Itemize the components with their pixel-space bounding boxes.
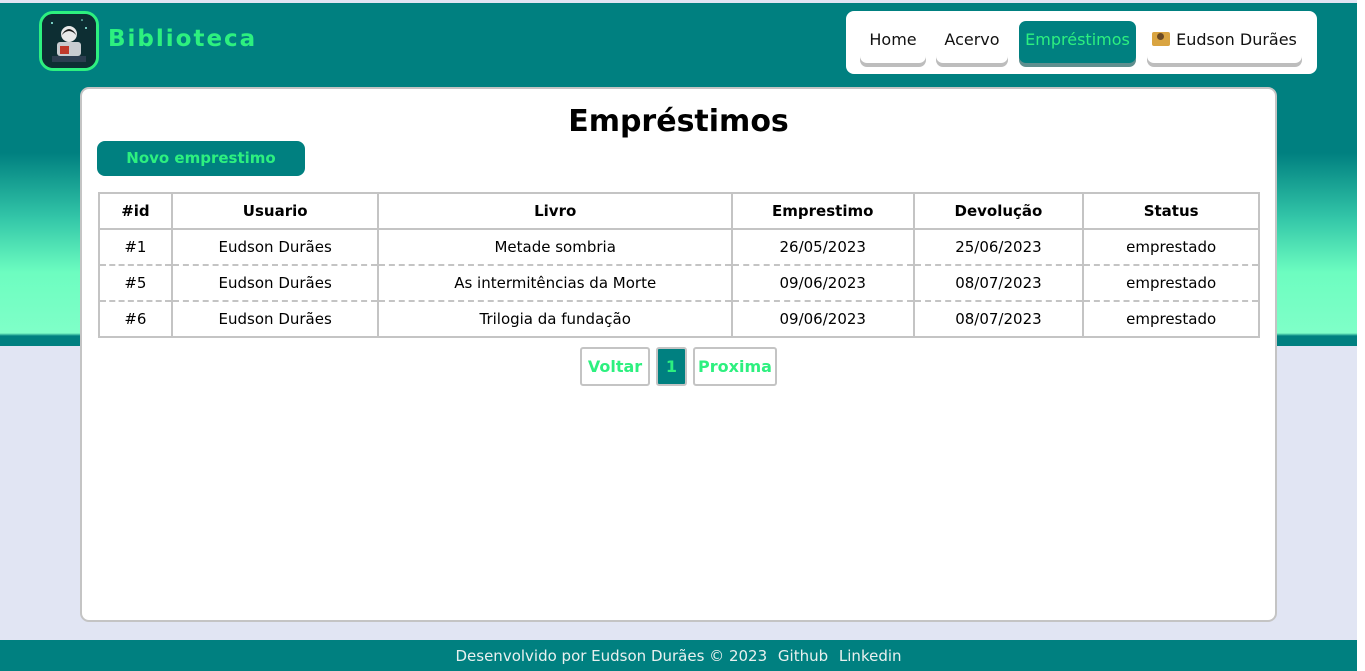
pagination: Voltar 1 Proxima (82, 347, 1275, 386)
footer-linkedin-link[interactable]: Linkedin (839, 647, 902, 665)
cell-emprestimo: 09/06/2023 (730, 301, 915, 338)
cell-id: #1 (98, 229, 173, 266)
table-row[interactable]: #5 Eudson Durães As intermitências da Mo… (98, 265, 1260, 302)
scroll-gutter (1357, 0, 1365, 671)
footer: Desenvolvido por Eudson Durães © 2023 Gi… (0, 640, 1357, 671)
top-nav: Home Acervo Empréstimos Eudson Durães (846, 11, 1317, 74)
user-avatar-icon (1152, 32, 1171, 46)
cell-id: #5 (98, 265, 173, 302)
new-loan-button[interactable]: Novo emprestimo (97, 141, 305, 176)
table-row[interactable]: #6 Eudson Durães Trilogia da fundação 09… (98, 301, 1260, 338)
cell-usuario: Eudson Durães (170, 265, 380, 302)
header-status: Status (1082, 192, 1260, 230)
cell-emprestimo: 09/06/2023 (730, 265, 915, 302)
loans-table: #id Usuario Livro Emprestimo Devolução S… (98, 192, 1260, 338)
pagination-page-1[interactable]: 1 (656, 347, 687, 386)
nav-acervo-button[interactable]: Acervo (936, 21, 1008, 63)
cell-livro: Metade sombria (377, 229, 733, 266)
pagination-prev-button[interactable]: Voltar (580, 347, 650, 386)
header-usuario: Usuario (170, 192, 380, 230)
nav-home-button[interactable]: Home (860, 21, 926, 63)
brand-name[interactable]: Biblioteca (108, 26, 257, 52)
loans-card: Empréstimos Novo emprestimo #id Usuario … (80, 87, 1277, 622)
header-emprestimo: Emprestimo (730, 192, 915, 230)
cell-usuario: Eudson Durães (170, 301, 380, 338)
cell-status: emprestado (1082, 229, 1260, 266)
footer-github-link[interactable]: Github (778, 647, 828, 665)
header-devolucao: Devolução (912, 192, 1085, 230)
pagination-next-button[interactable]: Proxima (693, 347, 777, 386)
cell-devolucao: 08/07/2023 (912, 265, 1085, 302)
library-logo-icon[interactable] (39, 11, 99, 71)
cell-id: #6 (98, 301, 173, 338)
header-id: #id (98, 192, 173, 230)
header-livro: Livro (377, 192, 733, 230)
cell-devolucao: 08/07/2023 (912, 301, 1085, 338)
page-title: Empréstimos (568, 104, 789, 139)
cell-status: emprestado (1082, 265, 1260, 302)
user-name: Eudson Durães (1176, 30, 1297, 49)
cell-devolucao: 25/06/2023 (912, 229, 1085, 266)
cell-emprestimo: 26/05/2023 (730, 229, 915, 266)
footer-credit: Desenvolvido por Eudson Durães © 2023 (455, 647, 768, 665)
cell-livro: Trilogia da fundação (377, 301, 733, 338)
table-row[interactable]: #1 Eudson Durães Metade sombria 26/05/20… (98, 229, 1260, 266)
cell-livro: As intermitências da Morte (377, 265, 733, 302)
nav-emprestimos-button[interactable]: Empréstimos (1019, 21, 1136, 63)
cell-status: emprestado (1082, 301, 1260, 338)
cell-usuario: Eudson Durães (170, 229, 380, 266)
nav-user-button[interactable]: Eudson Durães (1147, 21, 1302, 63)
table-header-row: #id Usuario Livro Emprestimo Devolução S… (98, 192, 1260, 230)
